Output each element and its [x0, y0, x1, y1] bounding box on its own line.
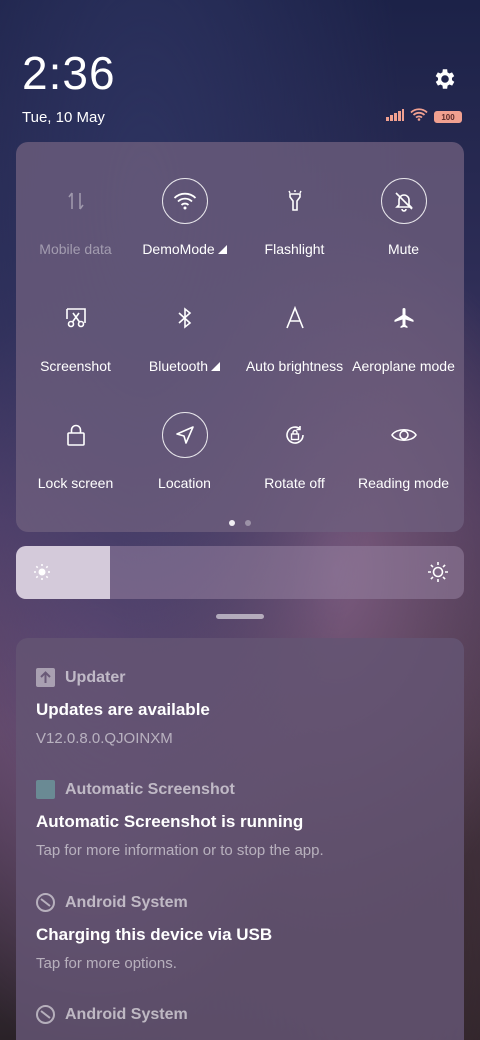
- tile-screenshot[interactable]: Screenshot: [21, 283, 130, 383]
- brightness-low-icon: [33, 563, 51, 586]
- android-system-icon: [36, 893, 55, 912]
- lock-icon: [53, 412, 99, 458]
- notification-title: Charging this device via USB: [36, 925, 273, 944]
- wifi-icon: [161, 178, 208, 224]
- rotate-lock-icon: [272, 412, 318, 458]
- tile-aeroplane-mode[interactable]: Aeroplane mode: [349, 283, 458, 383]
- tile-label: Mute: [387, 241, 420, 257]
- mobile-data-icon: [53, 178, 99, 224]
- eye-icon: [381, 412, 427, 458]
- notification-panel: Updater Updates are available V12.0.8.0.…: [16, 638, 464, 1040]
- notification-app: Automatic Screenshot: [36, 780, 456, 799]
- tile-label: Bluetooth: [149, 358, 221, 374]
- tile-lock-screen[interactable]: Lock screen: [21, 400, 130, 500]
- tile-location[interactable]: Location: [130, 400, 239, 500]
- updater-icon: [36, 668, 55, 687]
- notification-title: Automatic Screenshot is running: [36, 812, 304, 831]
- tile-bluetooth[interactable]: Bluetooth: [130, 283, 239, 383]
- brightness-slider[interactable]: [16, 546, 464, 599]
- brightness-fill: [16, 546, 111, 599]
- tile-label: Lock screen: [37, 475, 114, 491]
- gear-icon[interactable]: [432, 66, 458, 92]
- date[interactable]: Tue, 10 May: [22, 109, 105, 126]
- location-icon: [161, 412, 208, 458]
- system-icons: 100: [386, 108, 462, 126]
- flashlight-icon: [272, 178, 318, 224]
- tile-label: Auto brightness: [245, 358, 344, 374]
- tile-label: DemoMode: [142, 241, 227, 257]
- signal-icon: [386, 108, 404, 126]
- notification-item[interactable]: Android System: [36, 1005, 456, 1024]
- screenshot-icon: [53, 295, 99, 341]
- auto-brightness-icon: [272, 295, 318, 341]
- tile-label: Rotate off: [264, 475, 325, 491]
- drag-handle[interactable]: [216, 614, 264, 619]
- android-system-icon: [36, 1005, 55, 1024]
- notification-item[interactable]: Updater Updates are available V12.0.8.0.…: [36, 668, 456, 747]
- notification-item[interactable]: Android System Charging this device via …: [36, 893, 456, 972]
- tile-label: Flashlight: [264, 241, 325, 257]
- quick-settings-panel: Mobile data DemoMode Flashlight Mute Scr…: [16, 142, 464, 532]
- battery-icon: 100: [434, 111, 462, 123]
- notification-item[interactable]: Automatic Screenshot Automatic Screensho…: [36, 780, 456, 859]
- airplane-icon: [381, 295, 427, 341]
- notification-body: Tap for more information or to stop the …: [36, 842, 324, 859]
- tile-reading-mode[interactable]: Reading mode: [349, 400, 458, 500]
- notification-app: Android System: [36, 1005, 456, 1024]
- tile-rotate-off[interactable]: Rotate off: [240, 400, 349, 500]
- expand-triangle-icon: [217, 245, 227, 254]
- tile-flashlight[interactable]: Flashlight: [240, 166, 349, 266]
- tile-mute[interactable]: Mute: [349, 166, 458, 266]
- app-square-icon: [36, 780, 55, 799]
- brightness-high-icon: [427, 561, 449, 588]
- tile-mobile-data[interactable]: Mobile data: [21, 166, 130, 266]
- wifi-icon: [410, 108, 428, 126]
- clock[interactable]: 2:36: [22, 50, 116, 96]
- tile-label: Screenshot: [40, 358, 111, 374]
- notification-body: Tap for more options.: [36, 955, 177, 972]
- bell-off-icon: [380, 178, 427, 224]
- expand-triangle-icon: [211, 362, 221, 371]
- tile-demomode[interactable]: DemoMode: [130, 166, 239, 266]
- page-dot: [245, 520, 251, 526]
- status-header: 2:36 Tue, 10 May 100: [0, 0, 480, 140]
- tile-auto-brightness[interactable]: Auto brightness: [240, 283, 349, 383]
- tile-label: Mobile data: [39, 241, 112, 257]
- tile-label: Reading mode: [357, 475, 450, 491]
- bluetooth-icon: [162, 295, 208, 341]
- notification-body: V12.0.8.0.QJOINXM: [36, 730, 173, 747]
- notification-app: Android System: [36, 893, 456, 912]
- page-indicator[interactable]: [16, 520, 464, 526]
- tile-label: Location: [158, 475, 211, 491]
- tile-label: Aeroplane mode: [352, 358, 455, 374]
- notification-app: Updater: [36, 668, 456, 687]
- notification-title: Updates are available: [36, 700, 210, 719]
- page-dot-active: [229, 520, 235, 526]
